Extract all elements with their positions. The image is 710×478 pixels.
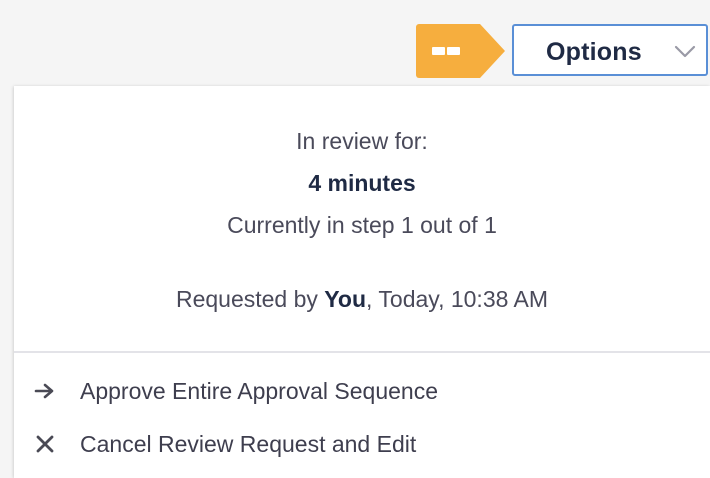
review-duration: 4 minutes bbox=[308, 170, 416, 196]
requested-prefix: Requested by bbox=[175, 286, 325, 312]
chevron-down-icon bbox=[674, 45, 696, 58]
requested-by: You bbox=[324, 286, 367, 312]
review-label: In review for: bbox=[296, 128, 428, 154]
close-icon bbox=[36, 435, 54, 453]
arrow-right-icon bbox=[34, 383, 54, 399]
status-tag-icon bbox=[416, 24, 505, 78]
requested-info: Requested by You, Today, 10:38 AM bbox=[14, 286, 710, 313]
options-button[interactable]: Options bbox=[512, 24, 708, 76]
approve-sequence-menu-item[interactable]: Approve Entire Approval Sequence bbox=[14, 367, 710, 413]
approve-sequence-label: Approve Entire Approval Sequence bbox=[80, 378, 439, 404]
options-button-label: Options bbox=[546, 38, 642, 66]
review-info: In review for: 4 minutes Currently in st… bbox=[14, 86, 710, 352]
requested-time: , Today, 10:38 AM bbox=[366, 286, 549, 312]
options-dropdown: In review for: 4 minutes Currently in st… bbox=[14, 86, 710, 478]
status-tag-dot bbox=[447, 47, 460, 55]
cancel-review-label: Cancel Review Request and Edit bbox=[80, 431, 417, 457]
status-tag-dot bbox=[432, 47, 445, 55]
cancel-review-menu-item[interactable]: Cancel Review Request and Edit bbox=[14, 420, 710, 466]
divider bbox=[14, 351, 710, 353]
step-info: Currently in step 1 out of 1 bbox=[227, 212, 497, 238]
